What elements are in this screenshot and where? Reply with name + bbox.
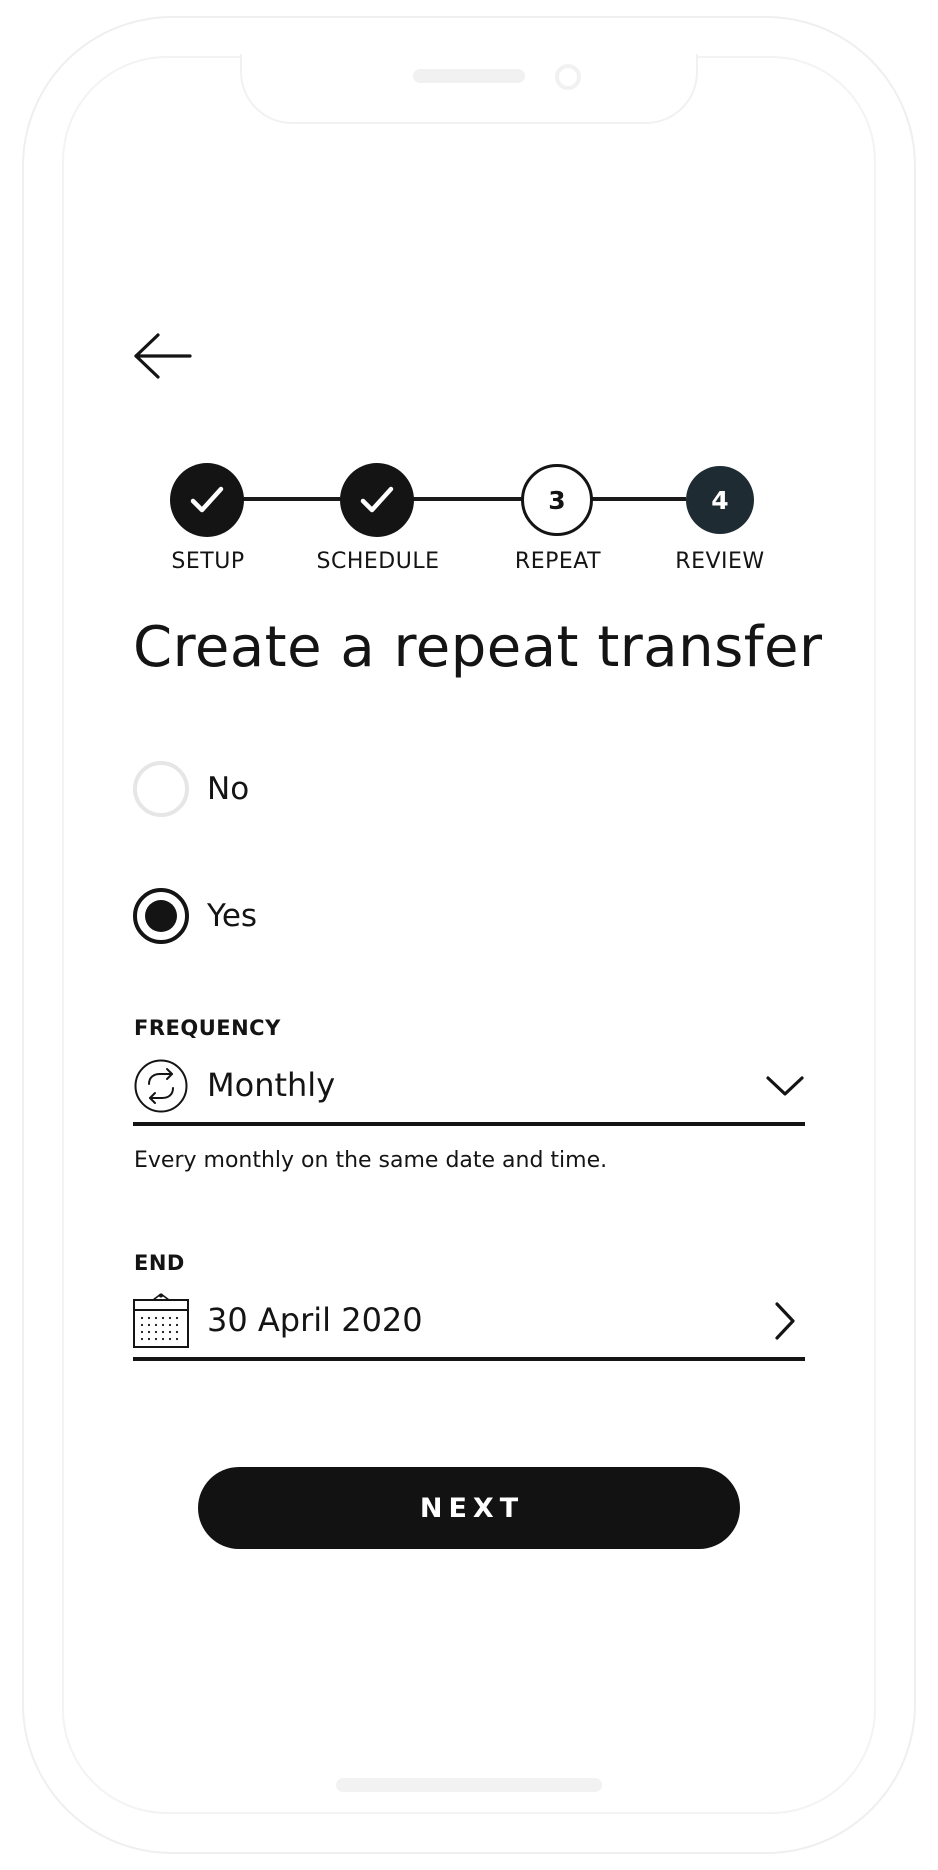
end-date-value: 30 April 2020 — [207, 1301, 423, 1339]
radio-button-selected[interactable] — [133, 888, 189, 944]
check-icon — [360, 486, 394, 513]
step-review-indicator: 4 — [686, 466, 754, 534]
check-icon — [190, 486, 224, 513]
frequency-value: Monthly — [207, 1066, 336, 1104]
step-label-schedule: SCHEDULE — [316, 549, 440, 574]
step-label-setup: SETUP — [171, 549, 245, 574]
repeat-icon — [134, 1059, 188, 1113]
step-repeat-indicator: 3 — [521, 464, 593, 536]
next-button[interactable]: NEXT — [198, 1467, 740, 1549]
device-camera — [555, 64, 581, 90]
radio-label-yes: Yes — [207, 898, 258, 934]
stepper-connector — [592, 497, 686, 501]
radio-dot — [145, 900, 177, 932]
radio-label-no: No — [207, 771, 250, 807]
chevron-right-icon — [775, 1302, 795, 1340]
home-indicator — [336, 1778, 602, 1792]
stepper-connector — [242, 497, 342, 501]
radio-option-yes[interactable]: Yes — [133, 888, 257, 944]
device-notch — [240, 54, 698, 124]
step-label-repeat: REPEAT — [514, 549, 602, 574]
step-schedule-indicator — [340, 463, 414, 537]
end-label: END — [134, 1251, 185, 1275]
device-speaker — [413, 69, 525, 83]
frequency-select[interactable]: Monthly — [133, 1052, 805, 1126]
calendar-icon — [133, 1293, 189, 1348]
back-button[interactable] — [132, 330, 192, 382]
arrow-left-icon — [134, 333, 192, 379]
stepper-connector — [412, 497, 522, 501]
end-date-field[interactable]: 30 April 2020 — [133, 1287, 805, 1361]
frequency-helper-text: Every monthly on the same date and time. — [134, 1148, 608, 1173]
step-number: 3 — [548, 485, 566, 515]
frequency-label: FREQUENCY — [134, 1016, 281, 1040]
step-number: 4 — [711, 485, 729, 515]
radio-button-unselected[interactable] — [133, 761, 189, 817]
chevron-down-icon — [766, 1076, 804, 1096]
step-setup-indicator — [170, 463, 244, 537]
radio-option-no[interactable]: No — [133, 761, 249, 817]
page-title: Create a repeat transfer — [133, 615, 823, 680]
step-label-review: REVIEW — [675, 549, 765, 574]
